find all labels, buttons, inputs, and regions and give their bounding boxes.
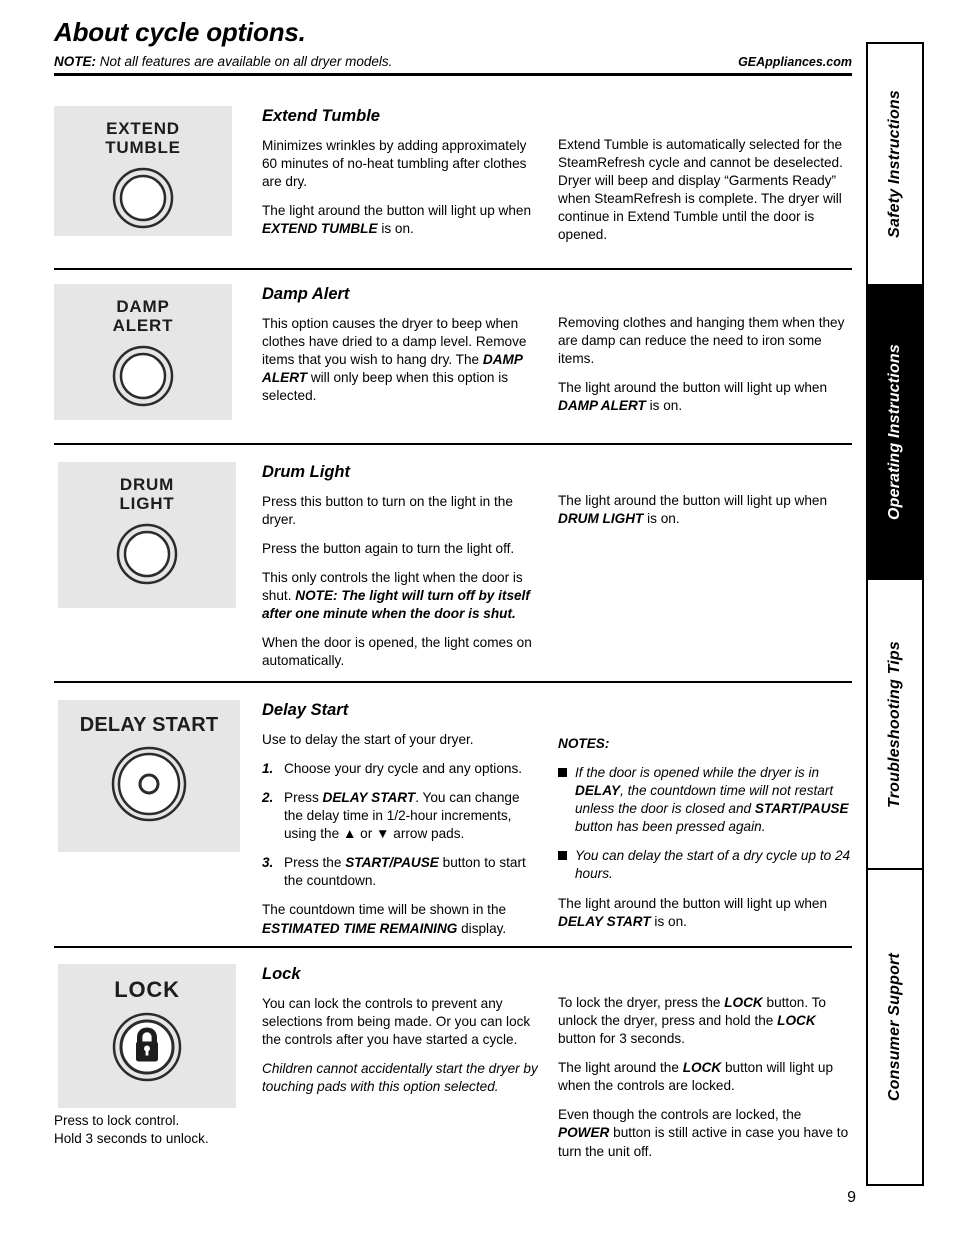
paragraph: Children cannot accidentally start the d… xyxy=(262,1061,538,1095)
ge-appliances-link[interactable]: GEAppliances.com xyxy=(738,55,852,69)
paragraph: The light around the button will light u… xyxy=(558,493,828,527)
lock-icon xyxy=(112,1012,182,1087)
note-label: NOTE: xyxy=(54,53,96,69)
page-header: About cycle options. NOTE: Not all featu… xyxy=(54,18,852,76)
control-panel-button-lock[interactable]: LOCK xyxy=(58,964,236,1108)
paragraph: The light around the button will light u… xyxy=(558,895,828,929)
tab-troubleshooting-tips[interactable]: Troubleshooting Tips xyxy=(866,578,924,870)
control-label-lock: LOCK xyxy=(114,977,180,1002)
paragraph: Removing clothes and hanging them when t… xyxy=(558,315,845,367)
section-divider xyxy=(54,268,852,270)
control-panel-button-extend-tumble[interactable]: EXTEND TUMBLE xyxy=(54,106,232,236)
paragraph: Minimizes wrinkles by adding approximate… xyxy=(262,137,527,190)
drum-light-middle-column: Drum Light Press this button to turn on … xyxy=(262,462,558,671)
control-art-cell-damp-alert: DAMP ALERT xyxy=(54,284,262,420)
list-item: 3. Press the START/PAUSE button to start … xyxy=(262,855,526,889)
paragraph: Press this button to turn on the light i… xyxy=(262,493,513,528)
tab-operating-instructions[interactable]: Operating Instructions xyxy=(866,284,924,580)
control-art-cell-extend-tumble: EXTEND TUMBLE xyxy=(54,106,262,244)
extend-tumble-right-column: Extend Tumble is automatically selected … xyxy=(558,106,852,244)
paragraph: Use to delay the start of your dryer. xyxy=(262,731,474,747)
paragraph: Even though the controls are locked, the… xyxy=(558,1107,849,1159)
tab-label: Consumer Support xyxy=(886,952,903,1102)
section-heading-lock: Lock xyxy=(262,965,301,983)
control-panel-button-damp-alert[interactable]: DAMP ALERT xyxy=(54,284,232,420)
header-note-row: NOTE: Not all features are available on … xyxy=(54,54,852,73)
control-art-cell-delay-start: DELAY START xyxy=(54,700,262,938)
section-heading-damp-alert: Damp Alert xyxy=(262,285,350,303)
round-button-icon xyxy=(112,345,174,412)
tab-label: Troubleshooting Tips xyxy=(886,640,903,808)
section-heading-drum-light: Drum Light xyxy=(262,463,350,481)
list-item: You can delay the start of a dry cycle u… xyxy=(558,847,852,883)
control-label-extend-tumble: EXTEND TUMBLE xyxy=(105,119,181,157)
section-extend-tumble: EXTEND TUMBLE Extend Tumble Minimizes wr… xyxy=(54,106,852,244)
control-label-drum-light: DRUM LIGHT xyxy=(119,475,175,513)
section-lock: LOCK Press to lock control. Hold 3 secon… xyxy=(54,964,852,1161)
step-number: 2. xyxy=(262,790,274,806)
tab-consumer-support[interactable]: Consumer Support xyxy=(866,868,924,1186)
control-panel-button-drum-light[interactable]: DRUM LIGHT xyxy=(58,462,236,608)
paragraph: The light around the button will light u… xyxy=(262,203,532,237)
step-number: 3. xyxy=(262,855,274,871)
lock-right-column: To lock the dryer, press the LOCK button… xyxy=(558,964,852,1161)
header-rule xyxy=(54,72,852,76)
square-bullet-icon xyxy=(558,851,567,861)
step-number: 1. xyxy=(262,761,274,777)
lock-caption: Press to lock control. Hold 3 seconds to… xyxy=(54,1113,209,1146)
delay-start-steps: 1. Choose your dry cycle and any options.… xyxy=(262,760,542,890)
section-divider xyxy=(54,443,852,445)
control-label-damp-alert: DAMP ALERT xyxy=(112,297,174,335)
paragraph: Extend Tumble is automatically selected … xyxy=(558,137,843,243)
page-number: 9 xyxy=(847,1189,856,1206)
paragraph: When the door is opened, the light comes… xyxy=(262,635,532,669)
header-note: NOTE: Not all features are available on … xyxy=(54,54,392,69)
section-delay-start: DELAY START Delay Start Use to delay the… xyxy=(54,700,852,938)
notes-title: NOTES: xyxy=(558,736,610,751)
delay-start-right-column: NOTES: If the door is opened while the d… xyxy=(558,700,852,938)
drum-light-right-column: The light around the button will light u… xyxy=(558,462,852,671)
tab-label: Operating Instructions xyxy=(886,344,903,520)
section-damp-alert: DAMP ALERT Damp Alert This option causes… xyxy=(54,284,852,420)
damp-alert-middle-column: Damp Alert This option causes the dryer … xyxy=(262,284,558,420)
tab-safety-instructions[interactable]: Safety Instructions xyxy=(866,42,924,286)
paragraph: This option causes the dryer to beep whe… xyxy=(262,315,527,404)
section-tabs-sidebar: Safety Instructions Operating Instructio… xyxy=(866,42,924,1188)
round-button-icon xyxy=(111,746,187,827)
paragraph: The light around the button will light u… xyxy=(558,380,828,414)
page-title: About cycle options. xyxy=(54,17,306,47)
tab-label: Safety Instructions xyxy=(886,90,903,238)
note-text: Not all features are available on all dr… xyxy=(96,53,393,69)
control-art-cell-lock: LOCK Press to lock control. Hold 3 secon… xyxy=(54,964,262,1161)
lock-middle-column: Lock You can lock the controls to preven… xyxy=(262,964,558,1161)
square-bullet-icon xyxy=(558,768,567,778)
damp-alert-right-column: Removing clothes and hanging them when t… xyxy=(558,284,852,420)
paragraph: The light around the LOCK button will li… xyxy=(558,1060,834,1094)
control-art-cell-drum-light: DRUM LIGHT xyxy=(54,462,262,671)
paragraph: To lock the dryer, press the LOCK button… xyxy=(558,995,826,1047)
paragraph: This only controls the light when the do… xyxy=(262,570,530,622)
section-heading-extend-tumble: Extend Tumble xyxy=(262,107,380,125)
section-drum-light: DRUM LIGHT Drum Light Press this button … xyxy=(54,462,852,671)
paragraph: You can lock the controls to prevent any… xyxy=(262,995,531,1048)
section-divider xyxy=(54,946,852,948)
list-item: 2. Press DELAY START. You can change the … xyxy=(262,790,520,842)
paragraph: The countdown time will be shown in the … xyxy=(262,902,507,936)
extend-tumble-middle-column: Extend Tumble Minimizes wrinkles by addi… xyxy=(262,106,558,244)
paragraph: Press the button again to turn the light… xyxy=(262,541,515,557)
delay-start-notes: If the door is opened while the dryer is… xyxy=(558,764,852,883)
round-button-icon xyxy=(116,523,178,590)
control-label-delay-start: DELAY START xyxy=(79,714,219,736)
delay-start-middle-column: Delay Start Use to delay the start of yo… xyxy=(262,700,558,938)
list-item: If the door is opened while the dryer is… xyxy=(558,764,852,836)
list-item: 1. Choose your dry cycle and any options. xyxy=(262,760,542,778)
control-panel-button-delay-start[interactable]: DELAY START xyxy=(58,700,240,852)
manual-page: About cycle options. NOTE: Not all featu… xyxy=(0,0,954,1235)
section-heading-delay-start: Delay Start xyxy=(262,701,349,719)
round-button-icon xyxy=(112,167,174,234)
section-divider xyxy=(54,681,852,683)
